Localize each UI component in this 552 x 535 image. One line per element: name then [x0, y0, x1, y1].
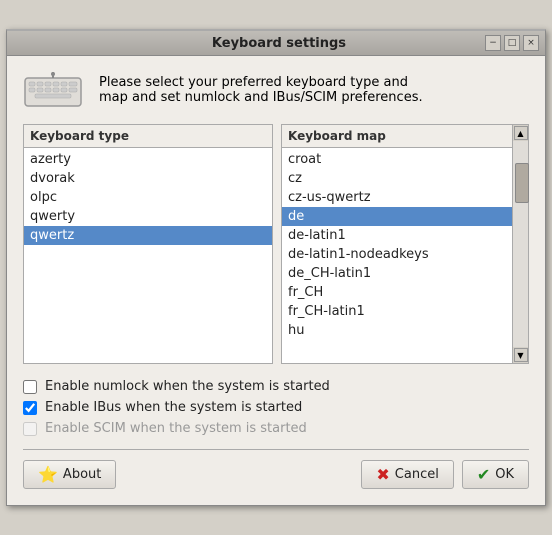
ibus-row: Enable IBus when the system is started [23, 397, 529, 418]
about-label: About [63, 467, 101, 482]
keyboard-type-item[interactable]: dvorak [24, 169, 272, 188]
maximize-button[interactable]: □ [504, 35, 520, 51]
window-title: Keyboard settings [73, 36, 485, 51]
keyboard-type-panel: Keyboard type azertydvorakolpcqwertyqwer… [23, 124, 273, 364]
ok-icon: ✔ [477, 465, 490, 484]
description-line2: map and set numlock and IBus/SCIM prefer… [99, 90, 423, 105]
keyboard-type-item[interactable]: qwerty [24, 207, 272, 226]
star-icon: ⭐ [38, 465, 58, 484]
scrollbar[interactable]: ▲ ▼ [513, 124, 529, 364]
keyboard-type-item[interactable]: olpc [24, 188, 272, 207]
keyboard-type-item[interactable]: azerty [24, 150, 272, 169]
numlock-row: Enable numlock when the system is starte… [23, 376, 529, 397]
scroll-up-button[interactable]: ▲ [514, 126, 528, 140]
description-line1: Please select your preferred keyboard ty… [99, 75, 423, 90]
ok-button[interactable]: ✔ OK [462, 460, 529, 489]
keyboard-map-item[interactable]: cz-us-qwertz [282, 188, 512, 207]
numlock-label: Enable numlock when the system is starte… [45, 379, 330, 394]
titlebar: Keyboard settings − □ × [7, 31, 545, 56]
divider [23, 449, 529, 450]
keyboard-icon [23, 72, 83, 108]
cancel-button[interactable]: ✖ Cancel [361, 460, 453, 489]
keyboard-map-list[interactable]: croatczcz-us-qwertzdede-latin1de-latin1-… [282, 148, 512, 363]
keyboard-map-item[interactable]: fr_CH-latin1 [282, 302, 512, 321]
keyboard-map-header: Keyboard map [282, 125, 512, 148]
keyboard-type-list[interactable]: azertydvorakolpcqwertyqwertz [24, 148, 272, 363]
buttons-area: ⭐ About ✖ Cancel ✔ OK [23, 460, 529, 489]
scroll-thumb[interactable] [515, 163, 529, 203]
description-text: Please select your preferred keyboard ty… [99, 75, 423, 105]
close-button[interactable]: × [523, 35, 539, 51]
scim-checkbox[interactable] [23, 422, 37, 436]
minimize-button[interactable]: − [485, 35, 501, 51]
keyboard-map-wrapper: Keyboard map croatczcz-us-qwertzdede-lat… [281, 124, 529, 364]
lists-container: Keyboard type azertydvorakolpcqwertyqwer… [23, 124, 529, 364]
scim-label: Enable SCIM when the system is started [45, 421, 307, 436]
keyboard-type-item[interactable]: qwertz [24, 226, 272, 245]
keyboard-map-item[interactable]: de-latin1-nodeadkeys [282, 245, 512, 264]
numlock-checkbox[interactable] [23, 380, 37, 394]
scroll-track[interactable] [513, 141, 528, 347]
scroll-down-button[interactable]: ▼ [514, 348, 528, 362]
ibus-label: Enable IBus when the system is started [45, 400, 302, 415]
description-area: Please select your preferred keyboard ty… [23, 72, 529, 108]
ibus-checkbox[interactable] [23, 401, 37, 415]
keyboard-map-panel: Keyboard map croatczcz-us-qwertzdede-lat… [281, 124, 513, 364]
keyboard-map-item[interactable]: croat [282, 150, 512, 169]
window-controls: − □ × [485, 35, 539, 51]
keyboard-map-item[interactable]: de-latin1 [282, 226, 512, 245]
about-button[interactable]: ⭐ About [23, 460, 116, 489]
keyboard-map-item[interactable]: de_CH-latin1 [282, 264, 512, 283]
keyboard-map-item[interactable]: fr_CH [282, 283, 512, 302]
right-buttons: ✖ Cancel ✔ OK [361, 460, 529, 489]
keyboard-type-header: Keyboard type [24, 125, 272, 148]
checkboxes-area: Enable numlock when the system is starte… [23, 376, 529, 439]
cancel-label: Cancel [395, 467, 439, 482]
keyboard-map-item[interactable]: cz [282, 169, 512, 188]
window-body: Please select your preferred keyboard ty… [7, 56, 545, 505]
keyboard-map-item[interactable]: de [282, 207, 512, 226]
keyboard-map-item[interactable]: hu [282, 321, 512, 340]
keyboard-settings-dialog: Keyboard settings − □ × [6, 29, 546, 506]
cancel-icon: ✖ [376, 465, 389, 484]
ok-label: OK [495, 467, 514, 482]
scim-row: Enable SCIM when the system is started [23, 418, 529, 439]
